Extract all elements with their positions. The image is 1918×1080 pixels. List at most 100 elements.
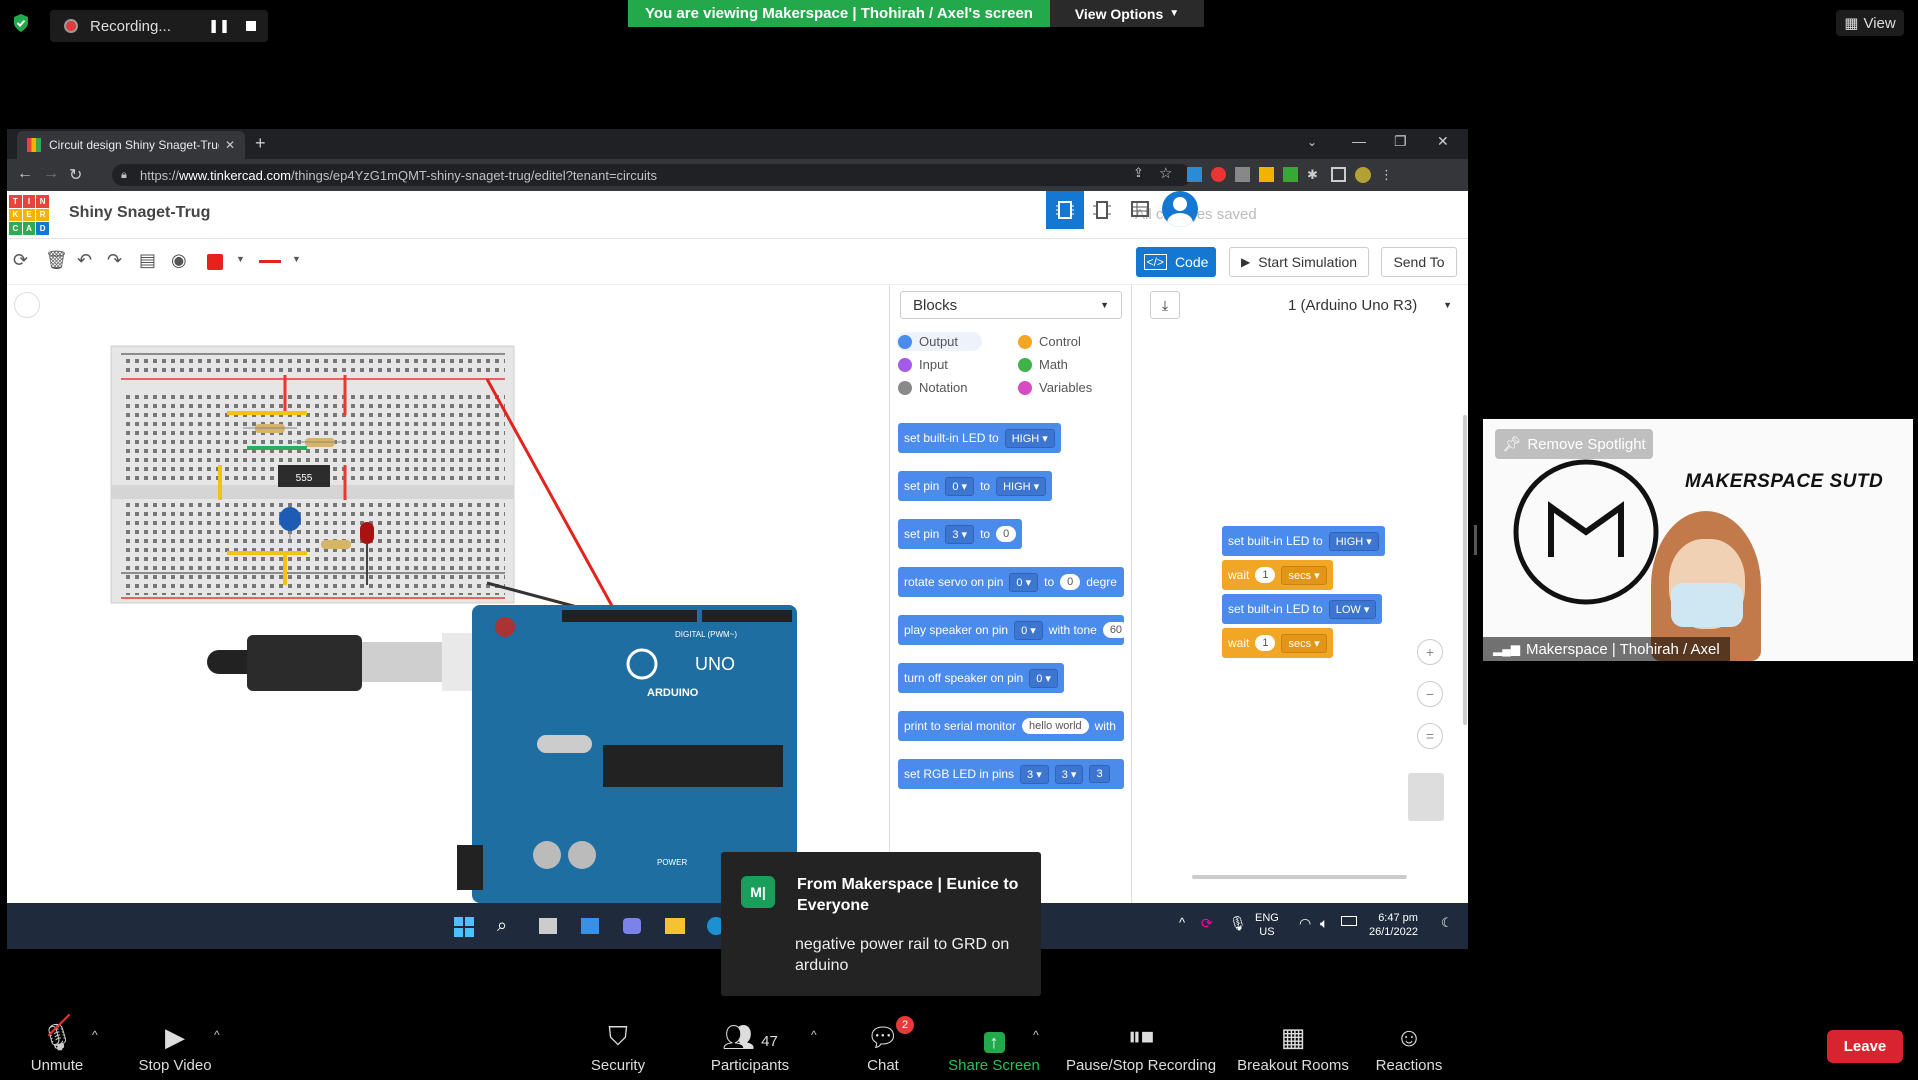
visibility-icon[interactable]: ◉ [171,250,187,271]
tray-sync-icon[interactable]: ⟳ [1201,915,1213,932]
block-print-serial[interactable]: print to serial monitor hello world with [898,711,1124,741]
block-value[interactable]: 0 [1060,574,1081,590]
widgets-icon[interactable] [581,918,599,934]
block-dropdown[interactable]: 0 ▾ [1029,668,1058,688]
task-view-icon[interactable] [539,918,557,934]
block-dropdown[interactable]: 0 ▾ [1014,620,1043,640]
start-icon[interactable] [454,917,474,937]
start-simulation-button[interactable]: ▶ Start Simulation [1229,247,1369,277]
puzzle-icon[interactable]: ✱ [1307,167,1322,182]
program-wait[interactable]: wait 1 secs ▾ [1222,560,1333,590]
extension-icon[interactable] [1211,167,1226,182]
delete-icon[interactable]: 🗑︎ [45,250,68,271]
extension-icon[interactable] [1235,167,1250,182]
back-icon[interactable]: ← [17,165,33,183]
clock[interactable]: 6:47 pm 26/1/2022 [1369,911,1418,939]
teams-icon[interactable] [623,918,641,934]
download-code-button[interactable]: ⤓ [1150,291,1180,319]
block-set-builtin-led[interactable]: set built-in LED to HIGH ▾ [898,423,1061,453]
notes-icon[interactable]: ▤ [139,250,156,271]
code-workspace[interactable]: ⤓ 1 (Arduino Uno R3) ▼ set built-in LED … [1131,285,1468,903]
block-value[interactable]: 1 [1255,635,1276,651]
chevron-up-icon[interactable]: ^ [1033,1028,1039,1042]
category-output[interactable]: Output [896,332,983,351]
send-to-button[interactable]: Send To [1381,247,1457,277]
participant-video[interactable]: 📌︎ Remove Spotlight MAKERSPACE SUTD ▂▄▆ … [1483,419,1913,661]
reactions-button[interactable]: ☺ Reactions [1370,1010,1448,1080]
ic-555-chip[interactable]: 555 [278,465,330,487]
wire-type-icon[interactable] [259,260,281,263]
category-variables[interactable]: Variables [1018,380,1092,395]
block-dropdown[interactable]: LOW ▾ [1328,599,1377,619]
volume-icon[interactable]: 🔈︎ [1320,915,1328,932]
chevron-down-icon[interactable]: ▼ [292,254,301,264]
microphone-tray-icon[interactable]: 🎙︎ [1229,915,1247,932]
tray-chevron-icon[interactable]: ^ [1179,915,1185,930]
security-button[interactable]: ⛉ Security [580,1010,656,1080]
circuit-view-icon[interactable] [1046,191,1084,229]
block-value[interactable]: 60 [1102,622,1124,638]
tab-search-icon[interactable]: ⌄ [1307,135,1317,149]
block-dropdown[interactable]: 3 ▾ [1054,764,1084,784]
block-dropdown[interactable]: 0 ▾ [1009,572,1039,592]
security-shield-icon[interactable] [12,13,30,33]
wifi-icon[interactable]: ◠ [1299,915,1311,932]
browser-tab[interactable]: Circuit design Shiny Snaget-Trug ✕ [17,131,245,159]
profile-avatar-icon[interactable] [1355,167,1371,183]
redo-icon[interactable]: ↷ [107,250,122,271]
block-value[interactable]: hello world [1022,718,1089,734]
search-icon[interactable]: ⌕ [497,915,507,936]
extension-icon[interactable] [1187,167,1202,182]
block-value[interactable]: 1 [1255,567,1276,583]
block-dropdown[interactable]: HIGH ▾ [1328,531,1379,551]
block-dropdown[interactable]: secs ▾ [1281,565,1327,585]
window-restore-icon[interactable]: ❐ [1394,133,1407,150]
category-notation[interactable]: Notation [898,380,967,395]
block-dropdown[interactable]: 0 ▾ [945,476,975,496]
extension-icon[interactable] [1283,167,1298,182]
share-screen-button[interactable]: ↑ Share Screen [944,1010,1044,1080]
leave-button[interactable]: Leave [1827,1030,1903,1063]
sidepanel-icon[interactable] [1331,167,1346,182]
code-button[interactable]: </> Code [1136,247,1216,277]
chevron-down-icon[interactable]: ▼ [236,254,245,264]
stop-video-button[interactable]: ▶︎ Stop Video [130,1010,220,1080]
block-play-speaker[interactable]: play speaker on pin 0 ▾ with tone 60 [898,615,1124,645]
horizontal-scrollbar[interactable] [1192,875,1407,879]
window-minimize-icon[interactable]: — [1352,133,1366,149]
block-turn-off-speaker[interactable]: turn off speaker on pin 0 ▾ [898,663,1064,693]
block-dropdown[interactable]: 3 ▾ [945,524,975,544]
rotate-icon[interactable]: ⟳ [13,250,28,271]
breakout-rooms-button[interactable]: ▦ Breakout Rooms [1236,1010,1350,1080]
menu-dots-icon[interactable]: ⋮ [1380,167,1395,183]
notification-icon[interactable]: ☾ [1441,915,1453,931]
pause-stop-recording-button[interactable]: ⏸⏹ Pause/Stop Recording [1064,1010,1218,1080]
category-math[interactable]: Math [1018,357,1068,372]
category-input[interactable]: Input [898,357,948,372]
program-wait[interactable]: wait 1 secs ▾ [1222,628,1333,658]
program-set-led-high[interactable]: set built-in LED to HIGH ▾ [1222,526,1385,556]
bookmark-star-icon[interactable]: ☆ [1159,164,1172,182]
block-dropdown[interactable]: HIGH ▾ [1004,428,1055,448]
tinkercad-logo[interactable]: TIN KER CAD [9,195,49,235]
block-set-pin[interactable]: set pin 0 ▾ to HIGH ▾ [898,471,1053,501]
zoom-out-icon[interactable]: − [1417,681,1443,707]
remove-spotlight-button[interactable]: 📌︎ Remove Spotlight [1495,429,1653,459]
component-list-icon[interactable] [1131,201,1149,222]
block-rotate-servo[interactable]: rotate servo on pin 0 ▾ to 0 degre [898,567,1124,597]
pause-recording-icon[interactable]: ❚❚ [208,18,230,34]
category-control[interactable]: Control [1018,334,1081,349]
block-dropdown[interactable]: 3 [1089,765,1110,783]
block-value[interactable]: 0 [996,526,1017,542]
chat-notification[interactable]: M| From Makerspace | Eunice to Everyone … [721,852,1041,996]
view-options-button[interactable]: View Options ▼ [1050,0,1204,27]
program-set-led-low[interactable]: set built-in LED to LOW ▾ [1222,594,1383,624]
undo-icon[interactable]: ↶ [77,250,92,271]
stop-recording-icon[interactable] [246,21,256,31]
video-panel-resize-handle[interactable] [1474,525,1477,555]
tab-close-icon[interactable]: ✕ [225,138,235,152]
blocks-mode-select[interactable]: Blocks ▼ [900,291,1122,319]
file-explorer-icon[interactable] [665,918,685,934]
new-tab-icon[interactable]: + [255,133,266,154]
chevron-up-icon[interactable]: ^ [92,1028,98,1042]
